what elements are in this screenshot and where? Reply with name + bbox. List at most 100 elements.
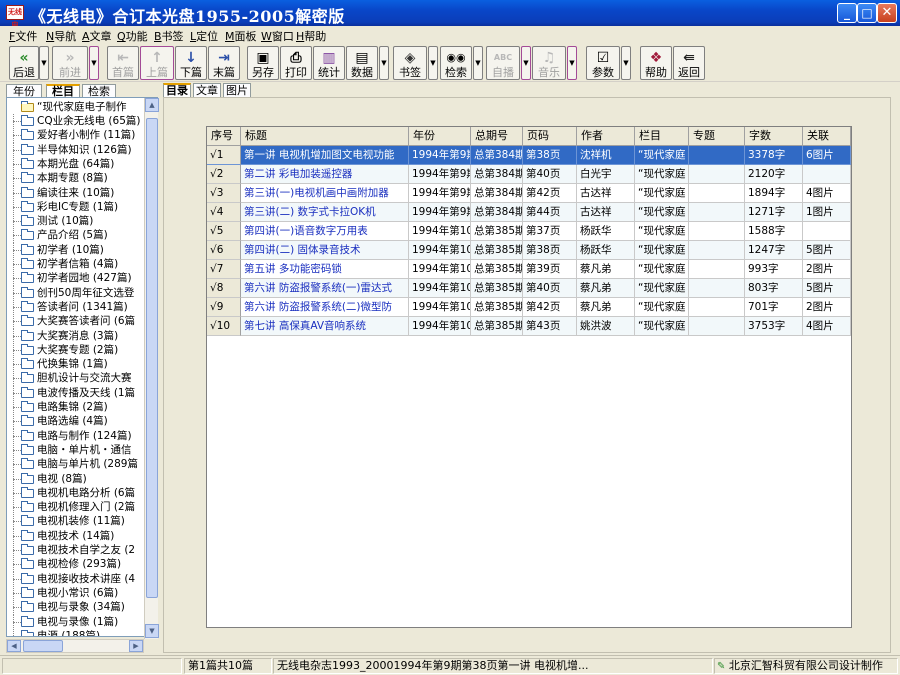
col-issue-header[interactable]: 总期号 xyxy=(471,127,523,146)
menu-bookmark[interactable]: B书签 xyxy=(154,28,184,44)
table-row[interactable]: √5第四讲(一)语音数字万用表1994年第10期总第385期第37页杨跃华“现代… xyxy=(207,222,851,241)
tab-year[interactable]: 年份 xyxy=(6,84,42,98)
tree-item[interactable]: 大奖赛专题 (2篇) xyxy=(7,342,147,358)
back-button[interactable]: « 后退 xyxy=(9,46,39,80)
next-article-button[interactable]: ↓ 下篇 xyxy=(175,46,207,80)
tree-vertical-scrollbar[interactable]: ▲ ▼ xyxy=(144,98,159,639)
tree-horizontal-scrollbar[interactable]: ◀ ▶ xyxy=(6,639,144,653)
col-title-header[interactable]: 标题 xyxy=(241,127,409,146)
tree-item[interactable]: 胆机设计与交流大赛 xyxy=(7,371,147,387)
table-row[interactable]: √3 第三讲(一)电视机画中画附加器 1994年第9期 总第384期 第42页 古达祥 “现… xyxy=(207,184,851,203)
close-button[interactable]: ✕ xyxy=(877,3,897,23)
return-button[interactable]: ⇚ 返回 xyxy=(673,46,705,80)
tree-item[interactable]: 电脑与单片机 (289篇 xyxy=(7,457,147,473)
help-button[interactable]: ❖ 帮助 xyxy=(640,46,672,80)
print-button[interactable]: ⎙ 打印 xyxy=(280,46,312,80)
first-article-button[interactable]: ⇤ 首篇 xyxy=(107,46,139,80)
column-tree[interactable]: “现代家庭电子制作 CQ业余无线电 (65篇) 爱好者小制作 (11篇) 半导体知识… xyxy=(6,97,158,637)
tree-item[interactable]: 电视小常识 (6篇) xyxy=(7,585,147,601)
music-dropdown[interactable]: ▼ xyxy=(567,46,577,80)
tree-item[interactable]: 电波传播及天线 (1篇 xyxy=(7,385,147,401)
tree-item[interactable]: 大奖赛消息 (3篇) xyxy=(7,328,147,344)
tree-item[interactable]: 电源 (188篇) xyxy=(7,628,147,636)
col-title-cell[interactable]: 第一讲 电视机增加图文电视功能 xyxy=(241,146,409,165)
tree-item[interactable]: 电视技术自学之友 (2 xyxy=(7,543,147,558)
music-button[interactable]: ♫ 音乐 xyxy=(532,46,566,80)
params-dropdown[interactable]: ▼ xyxy=(621,46,631,80)
col-title-cell[interactable]: 第四讲(一)语音数字万用表 xyxy=(241,222,409,241)
autoplay-button[interactable]: ABC 自播 xyxy=(486,46,520,80)
bookmark-button[interactable]: ◈ 书签 xyxy=(393,46,427,80)
statistics-button[interactable]: ▥ 统计 xyxy=(313,46,345,80)
col-title-cell[interactable]: 第二讲 彩电加装遥控器 xyxy=(241,165,409,184)
tree-item[interactable]: 产品介绍 (5篇) xyxy=(7,228,147,244)
data-dropdown[interactable]: ▼ xyxy=(379,46,389,80)
scroll-left-arrow[interactable]: ◀ xyxy=(7,640,21,652)
scroll-right-arrow[interactable]: ▶ xyxy=(129,640,143,652)
col-title-cell[interactable]: 第四讲(二) 固体录音技术 xyxy=(241,241,409,260)
back-dropdown[interactable]: ▼ xyxy=(39,46,49,80)
col-title-cell[interactable]: 第五讲 多功能密码锁 xyxy=(241,260,409,279)
table-row[interactable]: √1 第一讲 电视机增加图文电视功能 1994年第9期 总第384期 第38页 沈祥机 “现… xyxy=(207,146,851,165)
menu-navigate[interactable]: N导航 xyxy=(46,28,76,44)
col-title-cell[interactable]: 第三讲(二) 数字式卡拉OK机 xyxy=(241,203,409,222)
tree-item[interactable]: 答读者问 (1341篇) xyxy=(7,299,147,315)
tab-search[interactable]: 检索 xyxy=(82,84,116,98)
tree-item[interactable]: 电视技术 (14篇) xyxy=(7,528,147,544)
tab-images[interactable]: 图片 xyxy=(223,83,251,97)
maximize-button[interactable]: □ xyxy=(857,3,877,23)
menu-function[interactable]: Q功能 xyxy=(117,28,148,44)
table-row[interactable]: √4 第三讲(二) 数字式卡拉OK机 1994年第9期 总第384期 第44页 古达祥 “现… xyxy=(207,203,851,222)
menu-panel[interactable]: M面板 xyxy=(225,28,257,44)
tab-column[interactable]: 栏目 xyxy=(46,84,80,98)
col-title-cell[interactable]: 第三讲(一)电视机画中画附加器 xyxy=(241,184,409,203)
autoplay-dropdown[interactable]: ▼ xyxy=(521,46,531,80)
tree-item[interactable]: 创刊50周年征文选登 xyxy=(7,285,147,301)
tree-item[interactable]: 编读往来 (10篇) xyxy=(7,185,147,201)
tree-item[interactable]: 爱好者小制作 (11篇) xyxy=(7,128,147,144)
tree-item[interactable]: 初学者园地 (427篇) xyxy=(7,271,147,287)
tree-root[interactable]: “现代家庭电子制作 xyxy=(7,100,147,114)
scroll-down-arrow[interactable]: ▼ xyxy=(145,624,159,638)
tree-item[interactable]: 初学者 (10篇) xyxy=(7,242,147,258)
tree-item[interactable]: 电视与录像 (1篇) xyxy=(7,614,147,630)
menu-window[interactable]: W窗口 xyxy=(261,28,294,44)
col-column-header[interactable]: 栏目 xyxy=(635,127,689,146)
tree-item[interactable]: 代换集锦 (1篇) xyxy=(7,357,147,373)
app-icon[interactable]: 无线电 xyxy=(6,5,24,29)
tree-item[interactable]: 电视机修理入门 (2篇 xyxy=(7,500,147,516)
col-year-header[interactable]: 年份 xyxy=(409,127,471,146)
col-words-header[interactable]: 字数 xyxy=(745,127,803,146)
parameters-button[interactable]: ☑ 参数 xyxy=(586,46,620,80)
tree-item[interactable]: 电路集锦 (2篇) xyxy=(7,400,147,415)
table-row[interactable]: √10第七讲 高保真AV音响系统1994年第10期总第385期第43页姚洪波“现… xyxy=(207,317,851,336)
col-title-cell[interactable]: 第六讲 防盗报警系统(一)雷达式 xyxy=(241,279,409,298)
table-row[interactable]: √7第五讲 多功能密码锁1994年第10期总第385期第39页蔡凡弟“现代家庭 9… xyxy=(207,260,851,279)
save-as-button[interactable]: ▣ 另存 xyxy=(247,46,279,80)
col-index-header[interactable]: 序号 xyxy=(207,127,241,146)
tree-item[interactable]: 电视机装修 (11篇) xyxy=(7,514,147,530)
col-author-header[interactable]: 作者 xyxy=(577,127,635,146)
col-topic-header[interactable]: 专题 xyxy=(689,127,745,146)
prev-article-button[interactable]: ↑ 上篇 xyxy=(140,46,174,80)
forward-button[interactable]: » 前进 xyxy=(52,46,88,80)
col-title-cell[interactable]: 第六讲 防盗报警系统(二)微型防 xyxy=(241,298,409,317)
menu-article[interactable]: A文章 xyxy=(82,28,112,44)
forward-dropdown[interactable]: ▼ xyxy=(89,46,99,80)
data-button[interactable]: ▤ 数据 xyxy=(346,46,378,80)
tree-item[interactable]: 电视机电路分析 (6篇 xyxy=(7,485,147,501)
tree-item[interactable]: 电脑・单片机・通信 xyxy=(7,442,147,458)
col-title-cell[interactable]: 第七讲 高保真AV音响系统 xyxy=(241,317,409,336)
tree-item[interactable]: 电视 (8篇) xyxy=(7,471,147,487)
tree-item[interactable]: 初学者信箱 (4篇) xyxy=(7,257,147,272)
table-row[interactable]: √8第六讲 防盗报警系统(一)雷达式1994年第10期总第385期第40页蔡凡弟… xyxy=(207,279,851,298)
menu-file[interactable]: F文件 xyxy=(9,28,37,44)
tree-item[interactable]: 本期专题 (8篇) xyxy=(7,171,147,187)
tree-item[interactable]: 大奖赛答读者问 (6篇 xyxy=(7,314,147,330)
search-dropdown[interactable]: ▼ xyxy=(473,46,483,80)
search-button[interactable]: ◉◉ 检索 xyxy=(440,46,472,80)
table-row[interactable]: √2 第二讲 彩电加装遥控器 1994年第9期 总第384期 第40页 白光宇 “现代家庭 2… xyxy=(207,165,851,184)
tree-item[interactable]: 电视检修 (293篇) xyxy=(7,557,147,573)
menu-locate[interactable]: L定位 xyxy=(190,28,218,44)
tree-item[interactable]: 测试 (10篇) xyxy=(7,214,147,230)
